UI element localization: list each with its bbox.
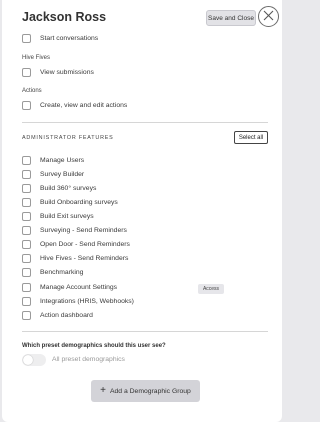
user-permissions-panel: Start conversations Hive Fives View subm… <box>2 0 282 422</box>
checkbox[interactable] <box>22 240 31 249</box>
admin-item-label: Manage Users <box>40 157 85 164</box>
all-demographics-toggle[interactable] <box>22 354 46 366</box>
checkbox[interactable] <box>22 283 31 292</box>
permission-label: Create, view and edit actions <box>40 102 128 109</box>
admin-item-integrations[interactable]: Integrations (HRIS, Webhooks) <box>22 296 134 307</box>
checkbox[interactable] <box>22 170 31 179</box>
admin-item-label: Build 360° surveys <box>40 185 97 192</box>
add-demographic-group-label: Add a Demographic Group <box>109 387 191 395</box>
divider <box>22 331 268 332</box>
admin-item-build-exit-surveys[interactable]: Build Exit surveys <box>22 211 94 222</box>
permission-label: View submissions <box>40 69 94 76</box>
checkbox[interactable] <box>22 212 31 221</box>
panel-header: Jackson Ross Save and Close <box>2 0 282 34</box>
admin-item-manage-users[interactable]: Manage Users <box>22 155 84 166</box>
admin-item-label: Manage Account Settings <box>40 284 118 291</box>
admin-item-label: Surveying - Send Reminders <box>40 227 127 234</box>
admin-features-heading: ADMINISTRATOR FEATURES <box>22 135 114 141</box>
checkbox[interactable] <box>22 34 31 43</box>
admin-item-label: Build Exit surveys <box>40 213 94 220</box>
admin-item-open-door-reminders[interactable]: Open Door - Send Reminders <box>22 239 130 250</box>
admin-item-action-dashboard[interactable]: Action dashboard <box>22 310 93 321</box>
checkbox[interactable] <box>22 198 31 207</box>
admin-item-label: Hive Fives - Send Reminders <box>40 255 129 262</box>
close-icon <box>263 8 274 26</box>
checkbox[interactable] <box>22 254 31 263</box>
demographics-question: Which preset demographics should this us… <box>22 343 166 349</box>
admin-item-survey-builder[interactable]: Survey Builder <box>22 169 84 180</box>
permission-label: Start conversations <box>40 35 99 42</box>
divider <box>22 122 268 123</box>
admin-item-label: Benchmarking <box>40 269 84 276</box>
admin-item-benchmarking[interactable]: Benchmarking <box>22 267 83 278</box>
save-and-close-button[interactable]: Save and Close <box>206 10 256 26</box>
admin-item-build-360-surveys[interactable]: Build 360° surveys <box>22 183 96 194</box>
admin-item-label: Open Door - Send Reminders <box>40 241 130 248</box>
admin-item-surveying-reminders[interactable]: Surveying - Send Reminders <box>22 225 127 236</box>
all-demographics-label: All preset demographics <box>52 356 125 363</box>
admin-item-label: Action dashboard <box>40 312 93 319</box>
checkbox[interactable] <box>22 101 31 110</box>
page-title: Jackson Ross <box>22 10 107 24</box>
permission-row-view-submissions[interactable]: View submissions <box>22 67 94 78</box>
permission-row-start-conversations[interactable]: Start conversations <box>22 33 98 44</box>
checkbox[interactable] <box>22 311 31 320</box>
close-button[interactable] <box>258 6 279 27</box>
checkbox[interactable] <box>22 68 31 77</box>
toggle-knob <box>23 355 33 365</box>
plus-icon: + <box>100 385 106 396</box>
access-tooltip: Access <box>198 284 224 294</box>
admin-item-hive-fives-reminders[interactable]: Hive Fives - Send Reminders <box>22 253 128 264</box>
admin-item-build-onboarding-surveys[interactable]: Build Onboarding surveys <box>22 197 118 208</box>
checkbox[interactable] <box>22 297 31 306</box>
permission-row-actions[interactable]: Create, view and edit actions <box>22 100 127 111</box>
select-all-button[interactable]: Select all <box>234 131 268 144</box>
admin-item-manage-account-settings[interactable]: Manage Account Settings <box>22 282 117 293</box>
checkbox[interactable] <box>22 184 31 193</box>
checkbox[interactable] <box>22 156 31 165</box>
admin-item-label: Build Onboarding surveys <box>40 199 118 206</box>
admin-item-label: Integrations (HRIS, Webhooks) <box>40 298 134 305</box>
section-label-actions: Actions <box>22 88 42 94</box>
add-demographic-group-button[interactable]: + Add a Demographic Group <box>91 380 200 402</box>
admin-item-label: Survey Builder <box>40 171 85 178</box>
section-label-hive-fives: Hive Fives <box>22 55 51 61</box>
checkbox[interactable] <box>22 268 31 277</box>
checkbox[interactable] <box>22 226 31 235</box>
